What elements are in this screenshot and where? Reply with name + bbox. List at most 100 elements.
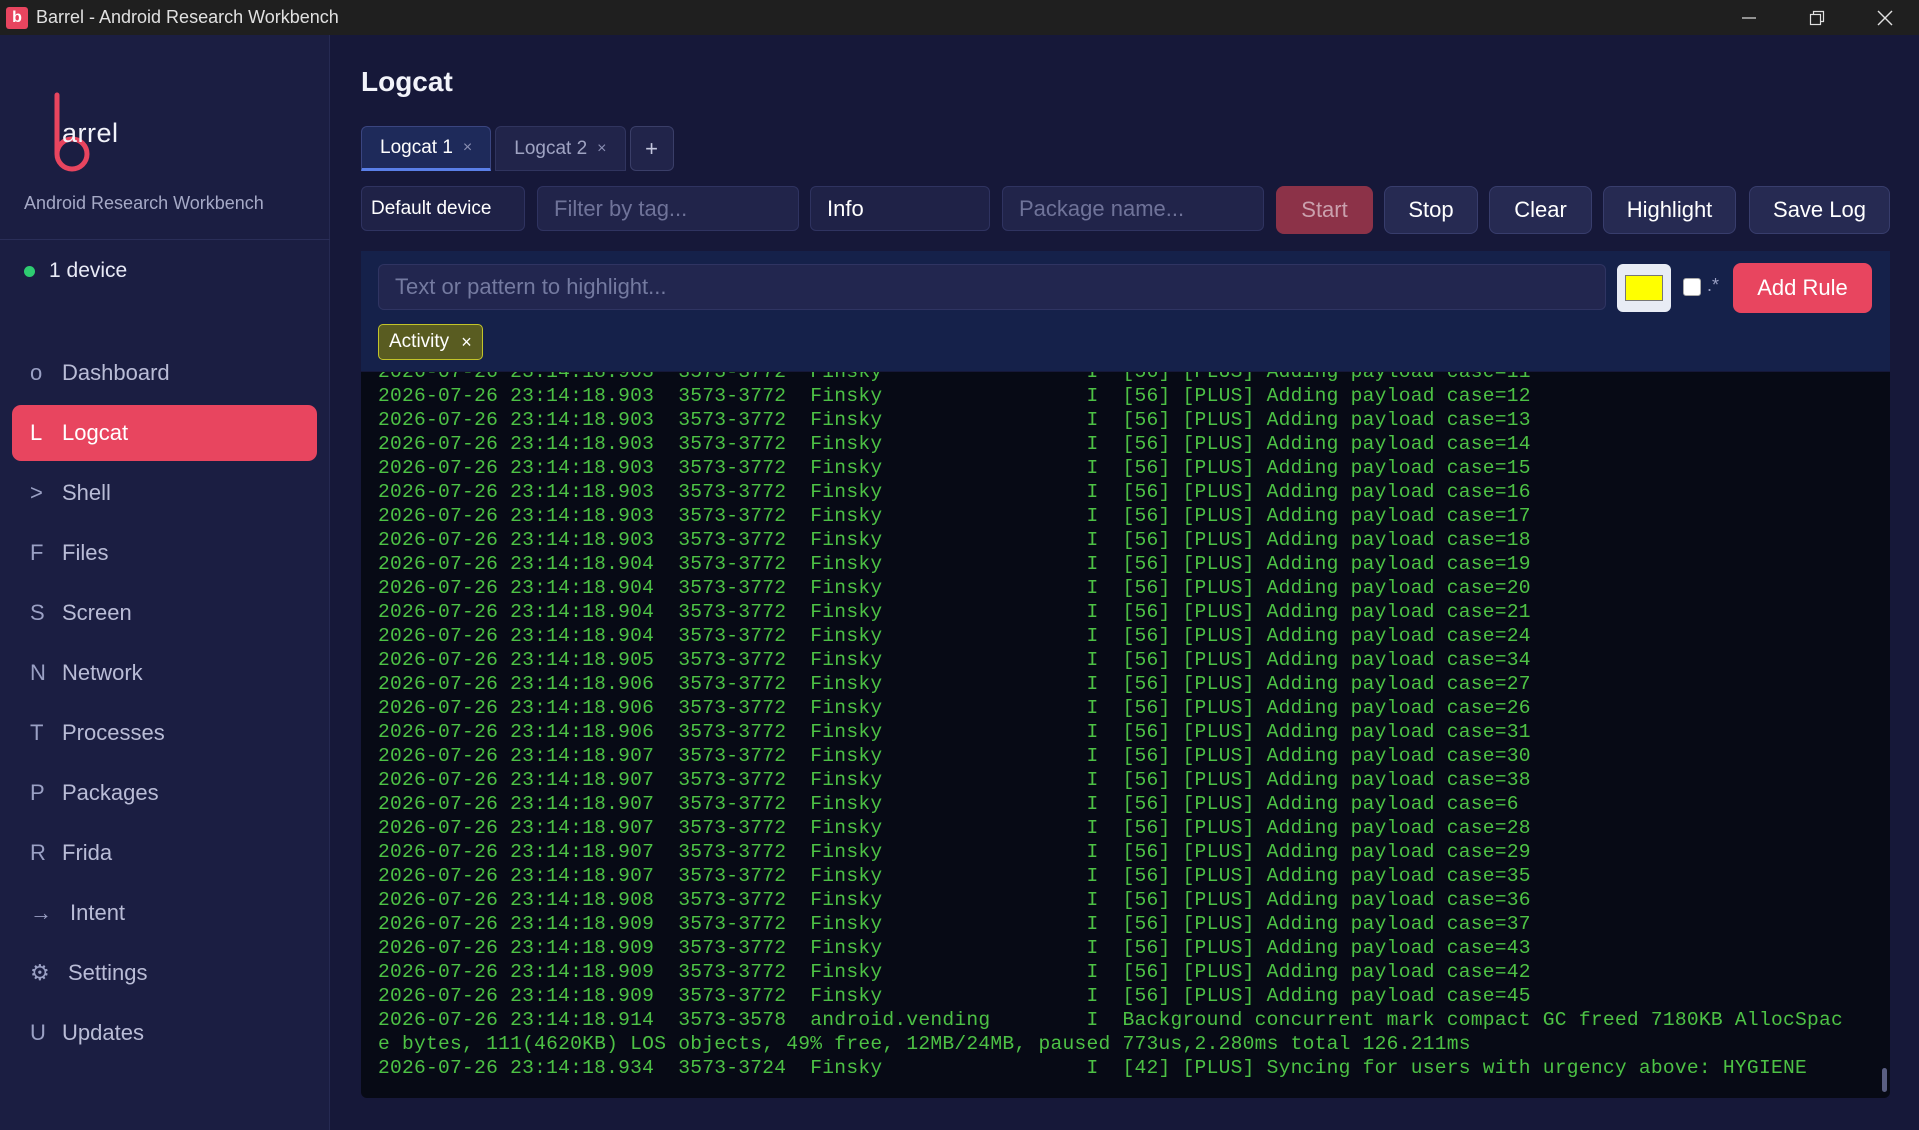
highlight-pattern-input[interactable] [378, 264, 1606, 310]
restore-button[interactable] [1783, 0, 1851, 35]
close-icon[interactable]: × [597, 140, 606, 158]
minimize-icon [1742, 16, 1756, 19]
device-select[interactable]: Default device [361, 186, 525, 231]
dashboard-icon: o [30, 360, 43, 385]
log-lines: 2026-07-26 23:14:18.903 3573-3772 Finsky… [378, 372, 1868, 1080]
page-title: Logcat [361, 66, 453, 97]
sidebar-item-intent[interactable]: → Intent [12, 885, 317, 941]
highlight-color-picker[interactable] [1617, 264, 1671, 312]
sidebar-subtitle: Android Research Workbench [24, 193, 264, 213]
sidebar-item-screen[interactable]: S Screen [12, 585, 317, 641]
sidebar-item-label: Frida [62, 840, 113, 865]
logcat-icon: L [30, 420, 43, 445]
log-output[interactable]: 2026-07-26 23:14:18.903 3573-3772 Finsky… [361, 372, 1890, 1098]
log-line: 2026-07-26 23:14:18.907 3573-3772 Finsky… [378, 745, 1531, 767]
gear-icon: ⚙ [30, 960, 50, 985]
sidebar-item-label: Updates [62, 1020, 144, 1045]
sidebar-item-dashboard[interactable]: o Dashboard [12, 345, 317, 401]
tab-label: Logcat 2 [514, 137, 588, 159]
sidebar-item-network[interactable]: N Network [12, 645, 317, 701]
sidebar-item-files[interactable]: F Files [12, 525, 317, 581]
start-button[interactable]: Start [1276, 186, 1373, 234]
logcat-tabs: Logcat 1 × Logcat 2 × + [361, 126, 674, 171]
sidebar-item-frida[interactable]: R Frida [12, 825, 317, 881]
sidebar-item-label: Intent [70, 900, 126, 925]
log-line: 2026-07-26 23:14:18.934 3573-3724 Finsky… [378, 1057, 1807, 1079]
highlight-rules-panel: .* Add Rule Activity × [361, 251, 1890, 371]
log-line: 2026-07-26 23:14:18.908 3573-3772 Finsky… [378, 889, 1531, 911]
logo-text: arrel [62, 118, 119, 148]
log-line: 2026-07-26 23:14:18.904 3573-3772 Finsky… [378, 577, 1531, 599]
processes-icon: T [30, 720, 44, 745]
highlight-rule-chip: Activity × [378, 324, 483, 360]
tag-filter-input[interactable] [537, 186, 799, 231]
log-level-select[interactable]: Info [810, 186, 990, 231]
save-log-button[interactable]: Save Log [1749, 186, 1890, 234]
remove-rule-icon[interactable]: × [461, 332, 472, 353]
sidebar-item-label: Packages [62, 780, 159, 805]
network-icon: N [30, 660, 46, 685]
regex-label: .* [1707, 275, 1720, 295]
device-count: 1 device [49, 259, 128, 282]
sidebar: arrel Android Research Workbench 1 devic… [0, 35, 330, 1130]
close-icon [1877, 10, 1893, 25]
sidebar-item-label: Screen [62, 600, 132, 625]
log-line: 2026-07-26 23:14:18.907 3573-3772 Finsky… [378, 841, 1531, 863]
sidebar-item-packages[interactable]: P Packages [12, 765, 317, 821]
log-line: 2026-07-26 23:14:18.903 3573-3772 Finsky… [378, 409, 1531, 431]
clear-button[interactable]: Clear [1489, 186, 1592, 234]
log-line: 2026-07-26 23:14:18.904 3573-3772 Finsky… [378, 625, 1531, 647]
regex-checkbox[interactable] [1683, 278, 1701, 296]
log-line: 2026-07-26 23:14:18.907 3573-3772 Finsky… [378, 793, 1519, 815]
sidebar-item-settings[interactable]: ⚙ Settings [12, 945, 317, 1001]
log-line: 2026-07-26 23:14:18.903 3573-3772 Finsky… [378, 385, 1531, 407]
close-icon[interactable]: × [463, 139, 472, 157]
tab-logcat-1[interactable]: Logcat 1 × [361, 126, 492, 171]
log-line: 2026-07-26 23:14:18.907 3573-3772 Finsky… [378, 769, 1531, 791]
stop-button[interactable]: Stop [1384, 186, 1478, 234]
log-level-value: Info [827, 195, 864, 221]
highlight-button[interactable]: Highlight [1603, 186, 1736, 234]
sidebar-item-processes[interactable]: T Processes [12, 705, 317, 761]
package-name-input[interactable] [1002, 186, 1264, 231]
sidebar-item-label: Settings [68, 960, 148, 985]
tab-label: Logcat 1 [380, 136, 453, 158]
tab-logcat-2[interactable]: Logcat 2 × [495, 126, 626, 171]
close-window-button[interactable] [1851, 0, 1919, 35]
log-line: e bytes, 111(4620KB) LOS objects, 49% fr… [378, 1033, 1471, 1055]
files-icon: F [30, 540, 44, 565]
restore-icon [1809, 10, 1825, 25]
minimize-button[interactable] [1715, 0, 1783, 35]
log-line: 2026-07-26 23:14:18.909 3573-3772 Finsky… [378, 961, 1531, 983]
divider [0, 239, 330, 240]
log-line: 2026-07-26 23:14:18.904 3573-3772 Finsky… [378, 553, 1531, 575]
sidebar-item-label: Processes [62, 720, 165, 745]
sidebar-item-label: Files [62, 540, 109, 565]
frida-icon: R [30, 840, 46, 865]
window-controls [1715, 0, 1919, 35]
log-line: 2026-07-26 23:14:18.903 3573-3772 Finsky… [378, 372, 1531, 383]
log-line: 2026-07-26 23:14:18.906 3573-3772 Finsky… [378, 721, 1531, 743]
barrel-logo: arrel [52, 85, 132, 185]
log-line: 2026-07-26 23:14:18.903 3573-3772 Finsky… [378, 457, 1531, 479]
sidebar-item-label: Shell [62, 480, 111, 505]
shell-icon: > [30, 480, 43, 505]
add-tab-button[interactable]: + [629, 126, 674, 171]
log-scrollbar[interactable] [1882, 1068, 1887, 1092]
updates-icon: U [30, 1020, 46, 1045]
add-rule-button[interactable]: Add Rule [1733, 263, 1872, 313]
sidebar-nav: o Dashboard L Logcat > Shell F Files S S… [12, 345, 317, 1065]
app-icon: b [6, 6, 28, 29]
sidebar-item-updates[interactable]: U Updates [12, 1005, 317, 1061]
sidebar-item-logcat[interactable]: L Logcat [12, 405, 317, 461]
device-select-value: Default device [371, 197, 492, 219]
log-line: 2026-07-26 23:14:18.903 3573-3772 Finsky… [378, 481, 1531, 503]
window-title: Barrel - Android Research Workbench [36, 7, 339, 27]
status-dot-icon [24, 265, 35, 277]
rule-text: Activity [389, 331, 450, 352]
log-line: 2026-07-26 23:14:18.909 3573-3772 Finsky… [378, 913, 1531, 935]
log-line: 2026-07-26 23:14:18.904 3573-3772 Finsky… [378, 601, 1531, 623]
sidebar-item-shell[interactable]: > Shell [12, 465, 317, 521]
log-line: 2026-07-26 23:14:18.907 3573-3772 Finsky… [378, 865, 1531, 887]
log-line: 2026-07-26 23:14:18.909 3573-3772 Finsky… [378, 937, 1531, 959]
